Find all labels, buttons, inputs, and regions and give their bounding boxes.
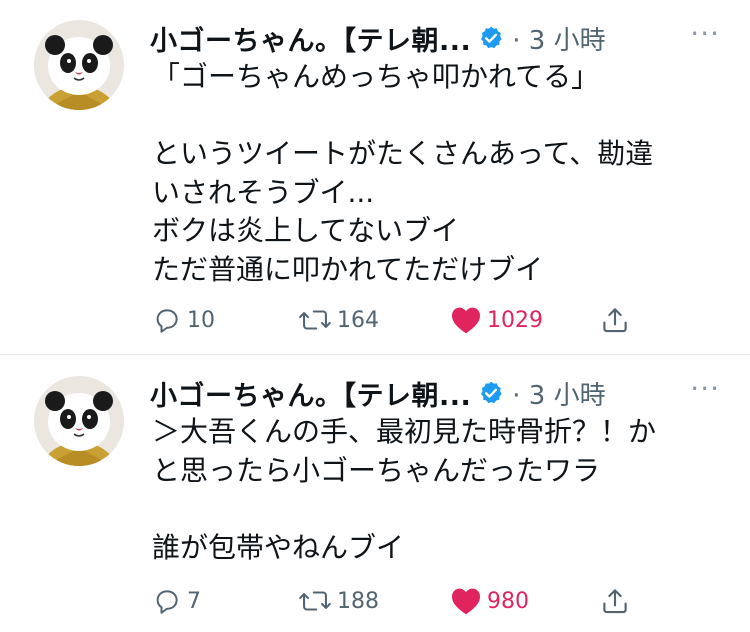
tweet-text: 「ゴーちゃんめっちゃ叩かれてる」 というツイートがたくさんあって、勘違 いされそ… xyxy=(152,60,654,286)
like-count: 1029 xyxy=(487,307,543,333)
tweet-actions: 7 188 980 xyxy=(152,581,652,621)
share-icon xyxy=(603,308,627,333)
retweet-icon xyxy=(299,591,331,611)
share-button[interactable] xyxy=(600,300,630,340)
retweet-button[interactable]: 164 xyxy=(298,300,379,340)
author-name[interactable]: 小ゴーちゃん。【テレ朝... xyxy=(150,19,471,58)
tweet-time[interactable]: · 3 小時 xyxy=(512,375,605,412)
more-dots-icon[interactable]: ··· xyxy=(690,20,720,48)
like-button[interactable]: 1029 xyxy=(450,300,543,340)
retweet-count: 188 xyxy=(337,588,379,614)
tweet-header: 小ゴーちゃん。【テレ朝... · 3 小時 ··· xyxy=(150,18,720,58)
more-dots-icon[interactable]: ··· xyxy=(690,375,720,403)
reply-icon xyxy=(156,590,178,614)
share-icon xyxy=(603,589,627,614)
avatar[interactable] xyxy=(34,20,124,110)
heart-filled-icon xyxy=(452,307,480,334)
retweet-icon xyxy=(299,310,331,330)
reply-icon xyxy=(156,309,178,333)
like-count: 980 xyxy=(487,588,529,614)
tweet-actions: 10 164 1029 xyxy=(152,300,652,340)
like-button[interactable]: 980 xyxy=(450,581,529,621)
tweet-text: ＞大吾くんの手、最初見た時骨折？！か と思ったら小ゴーちゃんだったワラ 誰が包帯… xyxy=(152,415,657,564)
avatar[interactable] xyxy=(34,376,124,466)
author-name[interactable]: 小ゴーちゃん。【テレ朝... xyxy=(150,374,471,413)
reply-count: 10 xyxy=(187,307,215,333)
tweet[interactable]: 小ゴーちゃん。【テレ朝... · 3 小時 ··· ＞大吾くんの手、最初見た時骨… xyxy=(0,355,750,632)
tweet-header: 小ゴーちゃん。【テレ朝... · 3 小時 ··· xyxy=(150,373,720,413)
retweet-button[interactable]: 188 xyxy=(298,581,379,621)
retweet-count: 164 xyxy=(337,307,379,333)
tweet[interactable]: 小ゴーちゃん。【テレ朝... · 3 小時 ··· 「ゴーちゃんめっちゃ叩かれて… xyxy=(0,0,750,354)
heart-filled-icon xyxy=(452,588,480,615)
panda-mascot-icon xyxy=(34,20,124,110)
verified-badge-icon xyxy=(478,380,504,406)
tweet-time[interactable]: · 3 小時 xyxy=(512,20,605,57)
reply-button[interactable]: 7 xyxy=(152,581,201,621)
share-button[interactable] xyxy=(600,581,630,621)
verified-badge-icon xyxy=(478,25,504,51)
panda-mascot-icon xyxy=(34,376,124,466)
reply-button[interactable]: 10 xyxy=(152,300,215,340)
reply-count: 7 xyxy=(187,588,201,614)
